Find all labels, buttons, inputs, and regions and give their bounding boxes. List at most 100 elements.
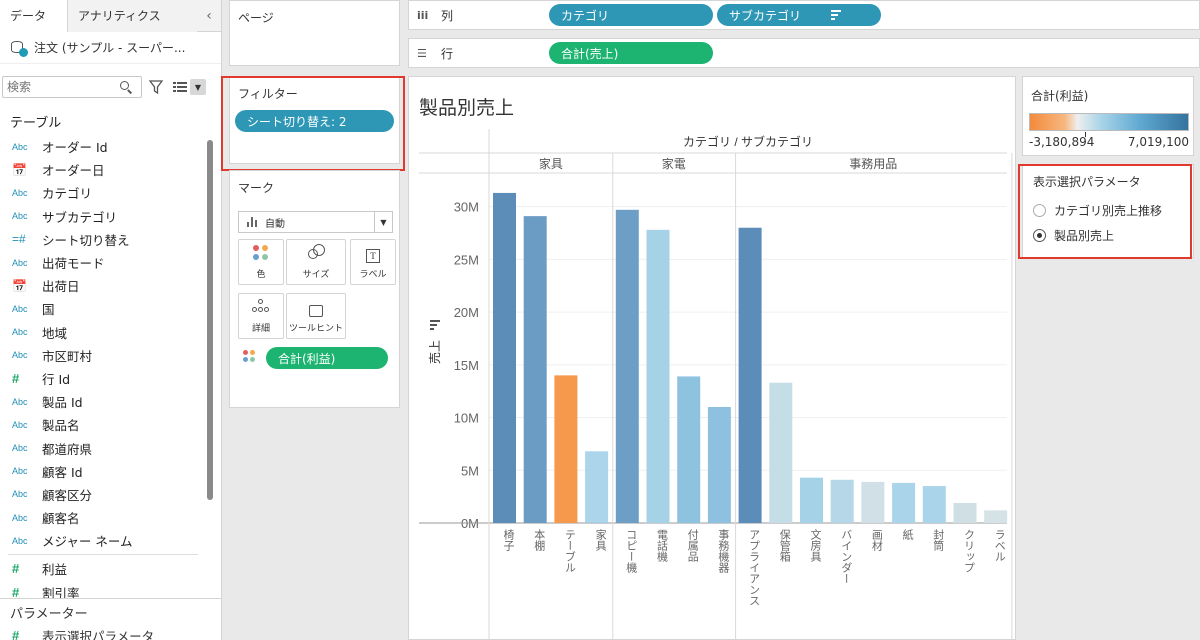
parameter-item[interactable]: # 表示選択パラメータ (12, 626, 154, 640)
field-name: 顧客名 (42, 511, 80, 527)
datasource-item[interactable]: 注文 (サンプル - スーパー... (0, 32, 221, 64)
legend-min: -3,180,894 (1029, 135, 1095, 149)
radio-option-category-trend[interactable]: カテゴリ別売上推移 (1023, 198, 1193, 223)
column-pill-subcategory[interactable]: サブカテゴリ (717, 4, 881, 26)
field-type-icon: Abc (12, 419, 28, 430)
color-icon (251, 243, 271, 263)
tooltip-icon (309, 305, 323, 317)
marks-color-field: 合計(利益) (242, 347, 388, 369)
field-item[interactable]: Abc 国 (0, 297, 221, 320)
field-name: 利益 (42, 562, 68, 578)
field-name: 顧客区分 (42, 487, 93, 503)
detail-button[interactable]: 詳細 (238, 293, 284, 339)
size-icon (306, 243, 326, 263)
field-item[interactable]: # 行 Id (0, 367, 221, 390)
field-item[interactable]: Abc 市区町村 (0, 344, 221, 367)
x-tick-label: クリップ (963, 529, 976, 573)
sort-icon (430, 328, 434, 330)
tooltip-button[interactable]: ツールヒント (286, 293, 346, 339)
color-button[interactable]: 色 (238, 239, 284, 285)
field-item[interactable]: Abc サブカテゴリ (0, 205, 221, 228)
column-pill-category[interactable]: カテゴリ (549, 4, 713, 26)
view-options-dropdown-icon[interactable]: ▼ (190, 79, 206, 95)
field-name: オーダー日 (42, 163, 105, 179)
field-item[interactable]: Abc 顧客区分 (0, 483, 221, 506)
field-name: 出荷モード (42, 256, 105, 272)
field-type-icon: # (12, 370, 20, 386)
tab-analytics[interactable]: アナリティクス (68, 0, 197, 32)
field-item[interactable]: 📅 オーダー日 (0, 158, 221, 181)
chevron-down-icon[interactable]: ▼ (374, 212, 392, 232)
field-name: サブカテゴリ (42, 209, 118, 225)
field-name: 製品 Id (42, 395, 83, 411)
bar (892, 482, 916, 523)
field-item[interactable]: Abc 都道府県 (0, 436, 221, 459)
field-item[interactable]: =# シート切り替え (0, 228, 221, 251)
filter-pill-sheet-switch[interactable]: シート切り替え: 2 (235, 110, 394, 132)
category-header: 家電 (662, 156, 686, 171)
search-icon[interactable] (119, 80, 133, 94)
bar (769, 382, 793, 523)
scrollbar[interactable] (207, 140, 213, 500)
bar (615, 209, 639, 524)
filters-card[interactable]: フィルター シート切り替え: 2 (229, 76, 400, 164)
color-label: 色 (256, 270, 266, 280)
filter-icon[interactable] (146, 76, 166, 98)
label-button[interactable]: T ラベル (350, 239, 396, 285)
bar (493, 192, 516, 523)
bar (738, 227, 762, 523)
size-button[interactable]: サイズ (286, 239, 346, 285)
profit-color-pill[interactable]: 合計(利益) (266, 347, 388, 369)
field-item[interactable]: # 利益 (0, 557, 221, 580)
row-pill-sales[interactable]: 合計(売上) (549, 42, 713, 64)
field-item[interactable]: Abc 顧客名 (0, 506, 221, 529)
search-input[interactable] (7, 80, 119, 94)
radio-selected-icon[interactable] (1033, 229, 1046, 242)
field-item[interactable]: Abc 製品 Id (0, 390, 221, 413)
columns-label: 列 (441, 8, 454, 23)
mark-type-dropdown[interactable]: 自動 ▼ (238, 211, 393, 233)
field-type-icon: =# (12, 232, 26, 247)
parameter-card-title: 表示選択パラメータ (1033, 175, 1141, 189)
field-item[interactable]: 📅 出荷日 (0, 274, 221, 297)
field-name: 製品名 (42, 418, 80, 434)
rows-shelf[interactable]: ☰ 行 合計(売上) (408, 38, 1200, 68)
rows-shelf-label: ☰ 行 (409, 45, 549, 62)
divider (8, 554, 198, 556)
datasource-icon (10, 39, 28, 57)
y-tick-label: 30M (454, 200, 479, 215)
radio-option-product-sales[interactable]: 製品別売上 (1023, 223, 1193, 248)
bar (707, 407, 731, 523)
x-tick-label: 紙 (901, 528, 914, 540)
field-item[interactable]: Abc カテゴリ (0, 181, 221, 204)
field-item[interactable]: Abc オーダー Id (0, 135, 221, 158)
field-item[interactable]: Abc メジャー ネーム (0, 529, 221, 552)
collapse-pane-icon[interactable]: ‹ (197, 0, 221, 31)
field-item[interactable]: Abc 地域 (0, 321, 221, 344)
field-item[interactable]: Abc 出荷モード (0, 251, 221, 274)
legend-title: 合計(利益) (1031, 89, 1089, 103)
tables-section-title: テーブル (10, 116, 62, 131)
parameter-card: 表示選択パラメータ カテゴリ別売上推移 製品別売上 (1022, 164, 1194, 258)
field-item[interactable]: Abc 製品名 (0, 413, 221, 436)
view-list-icon[interactable] (170, 76, 190, 98)
data-pane-tabs: データ アナリティクス ‹ (0, 0, 221, 32)
datasource-name: 注文 (サンプル - スーパー... (34, 41, 186, 55)
y-tick-label: 20M (454, 305, 479, 320)
columns-shelf[interactable]: iii 列 カテゴリ サブカテゴリ (408, 0, 1200, 30)
tab-data[interactable]: データ (0, 0, 68, 32)
radio-icon[interactable] (1033, 204, 1046, 217)
sort-icon (430, 324, 437, 326)
search-box[interactable] (2, 76, 142, 98)
rows-icon: ☰ (417, 46, 427, 60)
field-item[interactable]: Abc 顧客 Id (0, 460, 221, 483)
x-tick-label: 付属品 (686, 529, 699, 562)
x-tick-label: バインダー (840, 529, 853, 584)
label-label: ラベル (359, 270, 387, 280)
bar (677, 376, 701, 523)
pages-card[interactable]: ページ (229, 0, 400, 66)
bar (646, 229, 670, 523)
sort-descending-icon[interactable] (831, 10, 842, 20)
x-tick-label: 家具 (594, 528, 607, 551)
legend-max: 7,019,100 (1127, 135, 1189, 149)
